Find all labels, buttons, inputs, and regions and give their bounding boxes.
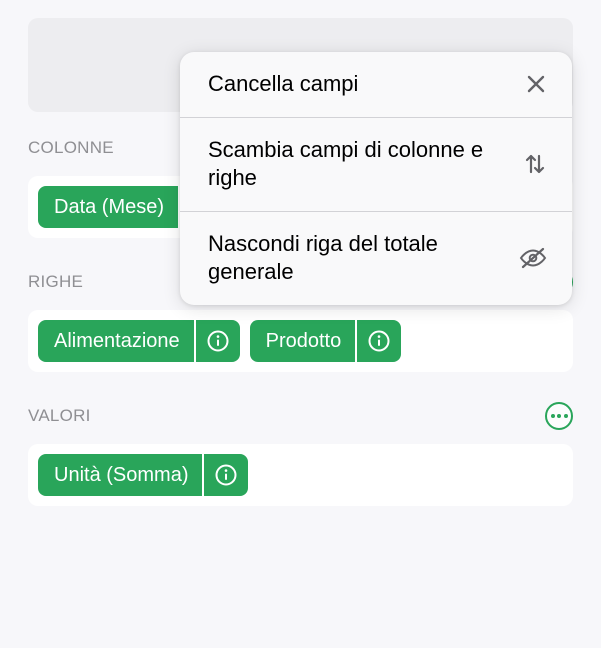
chip-unita-somma[interactable]: Unità (Somma) <box>38 454 248 496</box>
more-icon <box>551 414 568 418</box>
info-icon[interactable] <box>204 454 248 496</box>
swap-icon <box>512 151 548 177</box>
popover-item-label: Scambia campi di colonne e righe <box>208 136 512 193</box>
popover-item-nascondi[interactable]: Nascondi riga del totale generale <box>180 212 572 305</box>
section-label-colonne: COLONNE <box>28 138 114 158</box>
popover-item-cancella-campi[interactable]: Cancella campi <box>180 52 572 117</box>
section-label-valori: VALORI <box>28 406 91 426</box>
righe-chips-container: Alimentazione Prodotto <box>28 310 573 372</box>
chip-label: Prodotto <box>250 320 356 362</box>
popover-item-scambia[interactable]: Scambia campi di colonne e righe <box>180 118 572 211</box>
popover-item-label: Nascondi riga del totale generale <box>208 230 512 287</box>
valori-chips-container: Unità (Somma) <box>28 444 573 506</box>
popover-item-label: Cancella campi <box>208 70 512 99</box>
chip-prodotto[interactable]: Prodotto <box>250 320 402 362</box>
eye-off-icon <box>512 247 548 269</box>
info-icon[interactable] <box>357 320 401 362</box>
section-label-righe: RIGHE <box>28 272 83 292</box>
chip-label: Data (Mese) <box>38 186 178 228</box>
info-icon[interactable] <box>196 320 240 362</box>
chip-label: Alimentazione <box>38 320 194 362</box>
close-icon <box>512 72 548 96</box>
valori-more-button[interactable] <box>545 402 573 430</box>
chip-label: Unità (Somma) <box>38 454 202 496</box>
chip-alimentazione[interactable]: Alimentazione <box>38 320 240 362</box>
context-popover: Cancella campi Scambia campi di colonne … <box>180 52 572 305</box>
